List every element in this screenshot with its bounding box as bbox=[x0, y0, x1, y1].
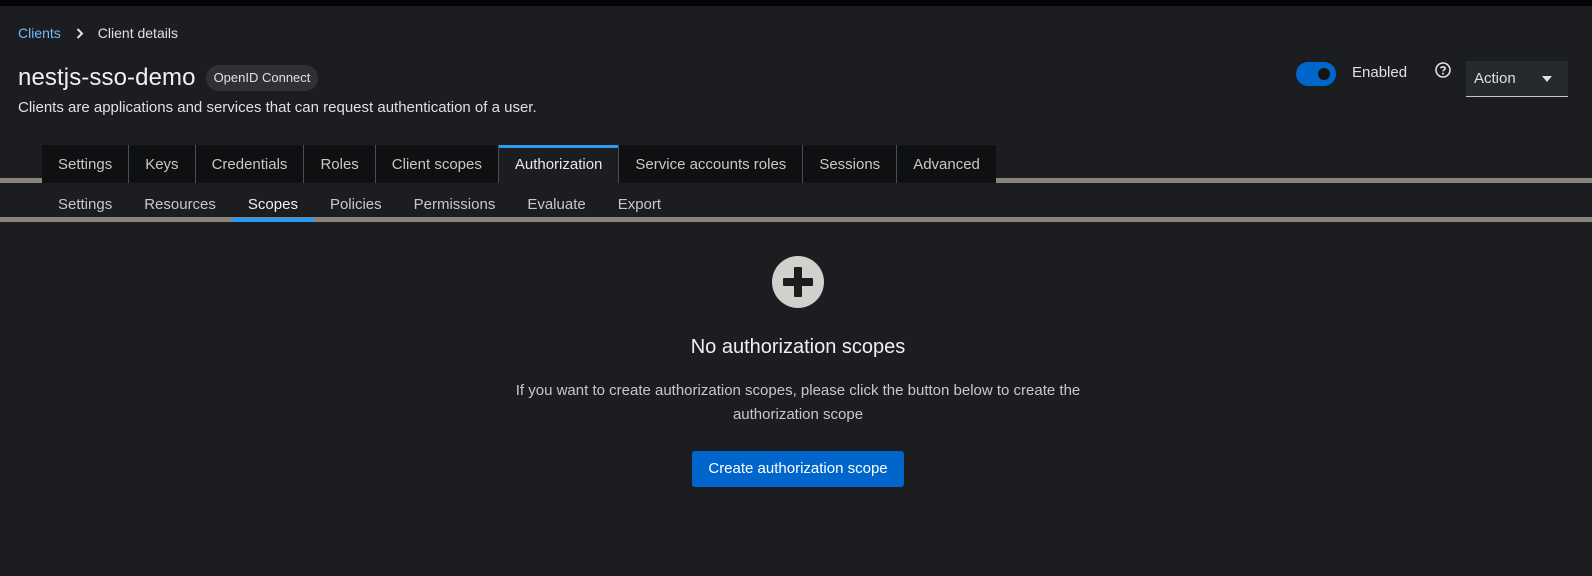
tab-client-scopes[interactable]: Client scopes bbox=[375, 145, 499, 183]
tab-authorization[interactable]: Authorization bbox=[498, 145, 620, 188]
top-bar bbox=[0, 0, 1592, 6]
tab-roles[interactable]: Roles bbox=[304, 145, 376, 183]
protocol-badge: OpenID Connect bbox=[205, 65, 319, 91]
breadcrumb-current: Client details bbox=[97, 25, 178, 41]
sub-tabs: Settings Resources Scopes Policies Permi… bbox=[42, 187, 677, 222]
action-dropdown[interactable]: Action bbox=[1466, 61, 1568, 97]
tab-advanced[interactable]: Advanced bbox=[897, 145, 996, 183]
tab-keys[interactable]: Keys bbox=[129, 145, 196, 183]
main-tabs: Settings Keys Credentials Roles Client s… bbox=[42, 145, 996, 188]
enabled-label: Enabled bbox=[1352, 64, 1408, 81]
subtab-settings[interactable]: Settings bbox=[42, 187, 128, 222]
page-subtitle: Clients are applications and services th… bbox=[18, 99, 537, 116]
help-icon[interactable] bbox=[1435, 62, 1451, 78]
subtab-resources[interactable]: Resources bbox=[128, 187, 232, 222]
subtab-permissions[interactable]: Permissions bbox=[398, 187, 512, 222]
tab-settings[interactable]: Settings bbox=[42, 145, 130, 183]
breadcrumb-clients-link[interactable]: Clients bbox=[18, 25, 61, 41]
tab-sessions[interactable]: Sessions bbox=[803, 145, 898, 183]
empty-state-title: No authorization scopes bbox=[690, 336, 906, 358]
tab-service-accounts-roles[interactable]: Service accounts roles bbox=[619, 145, 804, 183]
action-dropdown-label: Action bbox=[1474, 70, 1516, 87]
caret-down-icon bbox=[1542, 76, 1552, 82]
subtab-policies[interactable]: Policies bbox=[314, 187, 398, 222]
empty-state: No authorization scopes If you want to c… bbox=[500, 256, 1096, 487]
breadcrumb: Clients Client details bbox=[18, 25, 178, 41]
subtab-export[interactable]: Export bbox=[602, 187, 677, 222]
plus-circle-icon bbox=[772, 256, 824, 308]
create-authorization-scope-button[interactable]: Create authorization scope bbox=[692, 451, 904, 487]
title-row: nestjs-sso-demo OpenID Connect bbox=[18, 64, 319, 92]
empty-state-body: If you want to create authorization scop… bbox=[515, 382, 1081, 423]
enabled-toggle[interactable] bbox=[1296, 62, 1336, 86]
chevron-right-icon bbox=[76, 27, 84, 39]
toggle-knob bbox=[1318, 68, 1330, 80]
subtab-evaluate[interactable]: Evaluate bbox=[511, 187, 601, 222]
subtab-scopes[interactable]: Scopes bbox=[231, 187, 315, 222]
page-title: nestjs-sso-demo bbox=[18, 64, 196, 91]
tab-credentials[interactable]: Credentials bbox=[195, 145, 305, 183]
